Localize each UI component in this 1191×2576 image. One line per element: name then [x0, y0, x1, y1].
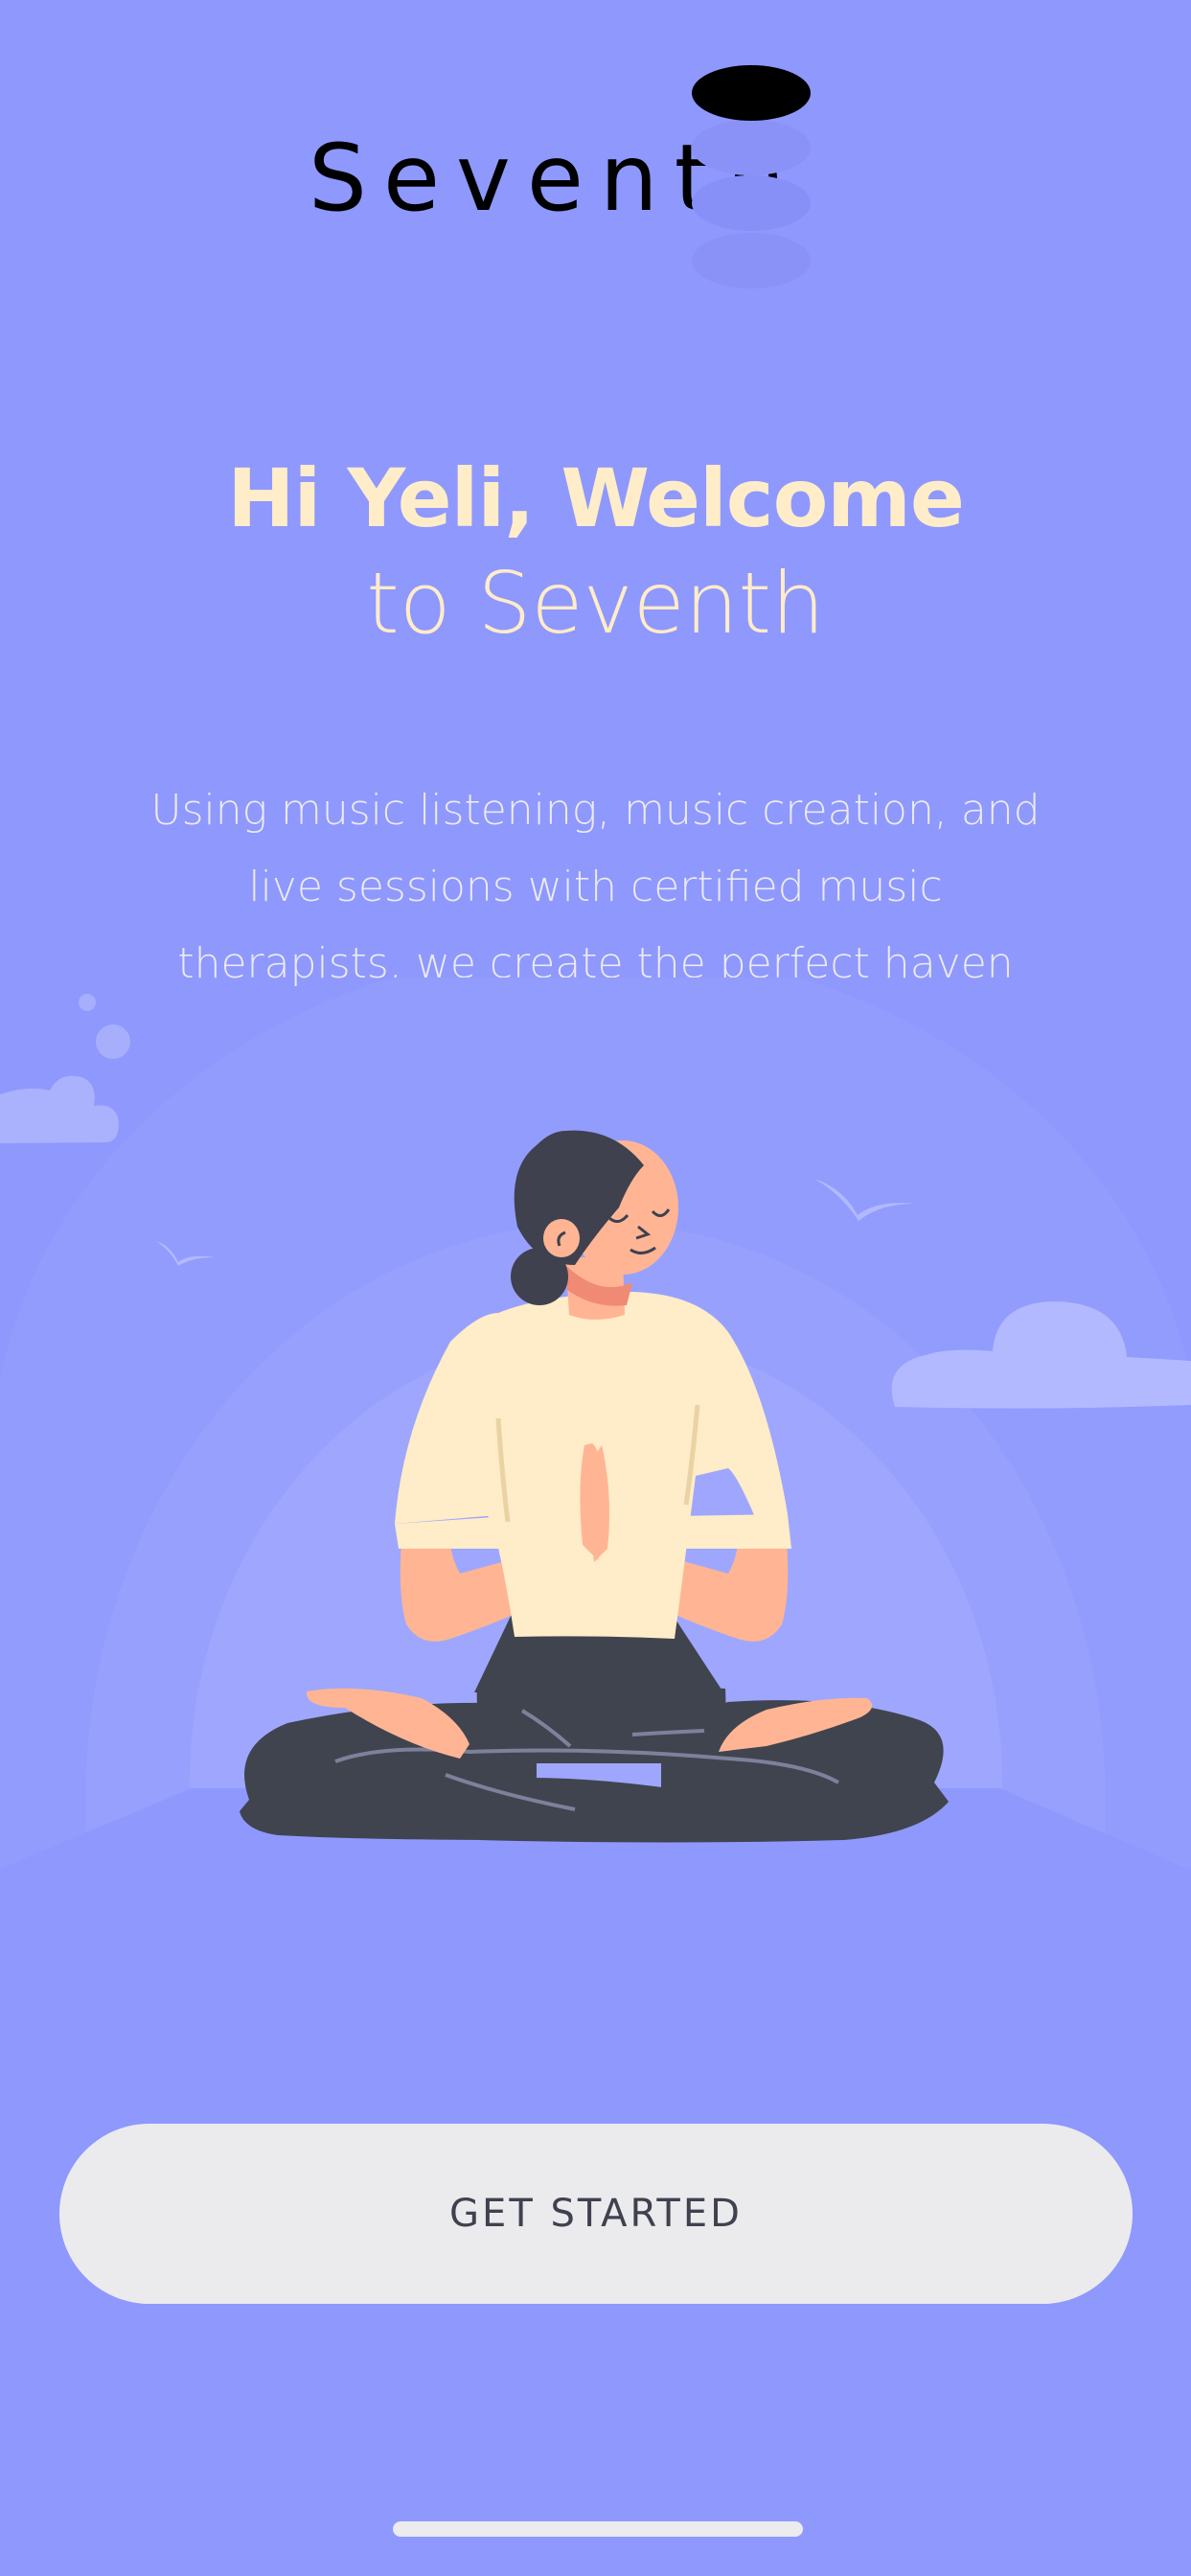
- welcome-heading-line1: Hi Yeli, Welcome: [227, 451, 965, 545]
- welcome-heading-line2: to Seventh: [366, 553, 825, 653]
- meditating-woman-illustration: [0, 978, 1191, 1878]
- app-logo: Seventh: [0, 0, 1191, 307]
- home-indicator[interactable]: [393, 2521, 803, 2537]
- stacked-discs-icon: [692, 65, 811, 288]
- get-started-button[interactable]: GET STARTED: [59, 2124, 1133, 2304]
- welcome-heading: Hi Yeli, Welcome to Seventh: [0, 450, 1191, 661]
- welcome-screen: Seventh Hi Yeli, Welcome to Seventh Usin…: [0, 0, 1191, 2576]
- get-started-label: GET STARTED: [449, 2192, 743, 2236]
